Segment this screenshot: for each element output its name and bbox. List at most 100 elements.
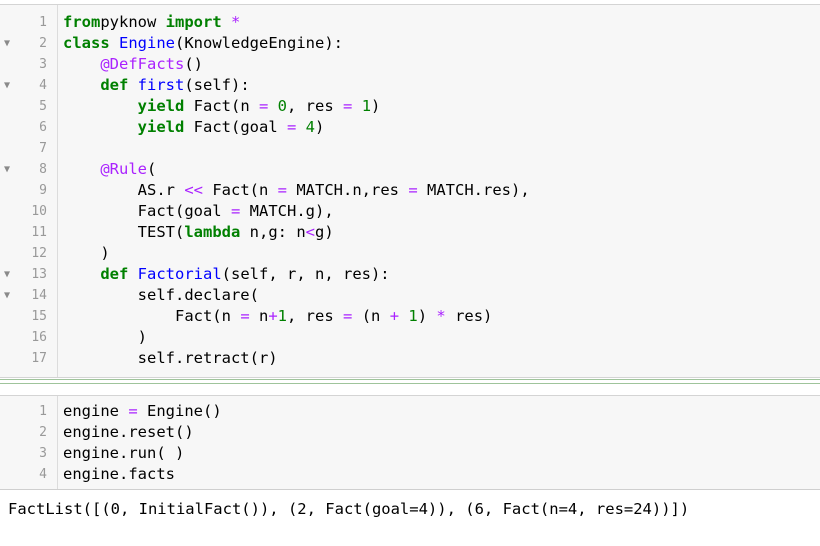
code-token: + xyxy=(268,307,278,325)
code-line[interactable]: 12 ) xyxy=(0,243,820,264)
code-token: g) xyxy=(315,223,334,241)
code-token: n,g: n xyxy=(240,223,306,241)
line-number: 12 xyxy=(31,246,47,261)
code-cell-engine[interactable]: 1 frompyknow import * ▼ 2 class Engine(Knowl… xyxy=(0,4,820,378)
code-line[interactable]: ▼ 14 self.declare( xyxy=(0,285,820,306)
code-token: Factorial xyxy=(137,265,222,283)
code-token: def xyxy=(100,76,129,94)
code-cell-run[interactable]: 1 engine = Engine() 2 engine.reset() 3 engine… xyxy=(0,395,820,490)
line-number: 15 xyxy=(31,309,47,324)
code-token: self.declare( xyxy=(63,286,259,304)
code-token: res) xyxy=(445,307,493,325)
code-text: yield Fact(n = 0, res = 1) xyxy=(63,96,381,117)
code-line[interactable]: 10 Fact(goal = MATCH.g), xyxy=(0,201,820,222)
code-token: TEST( xyxy=(63,223,185,241)
code-token: class xyxy=(63,34,110,52)
code-text: frompyknow import * xyxy=(63,12,240,33)
code-text: ) xyxy=(63,243,110,264)
code-token: * xyxy=(436,307,446,325)
code-token: 1 xyxy=(361,97,372,115)
code-token: ) xyxy=(63,244,110,262)
code-token: engine.run( ) xyxy=(63,444,185,462)
code-token: < xyxy=(305,223,315,241)
code-token: Fact(goal xyxy=(184,118,287,136)
code-text: AS.r << Fact(n = MATCH.n,res = MATCH.res… xyxy=(63,180,530,201)
code-token: = xyxy=(343,97,353,115)
line-number: 13 xyxy=(31,267,47,282)
code-token: (self, r, n, res): xyxy=(221,265,390,283)
code-text: TEST(lambda n,g: n<g) xyxy=(63,222,334,243)
code-token: ( xyxy=(147,160,157,178)
code-token: n xyxy=(249,307,269,325)
code-line[interactable]: 7 xyxy=(0,138,820,159)
line-number: 2 xyxy=(39,36,47,51)
code-token: Fact(n xyxy=(203,181,278,199)
code-text: engine.reset() xyxy=(63,422,194,443)
line-number: 1 xyxy=(39,404,47,419)
code-line[interactable]: ▼ 8 @Rule( xyxy=(0,159,820,180)
code-text: engine = Engine() xyxy=(63,401,222,422)
code-token: Fact(n xyxy=(63,307,241,325)
code-token: 4 xyxy=(305,118,316,136)
code-text: class Engine(KnowledgeEngine): xyxy=(63,33,343,54)
line-number: 6 xyxy=(39,120,47,135)
code-line[interactable]: ▼ 2 class Engine(KnowledgeEngine): xyxy=(0,33,820,54)
line-number: 4 xyxy=(39,78,47,93)
code-text: def first(self): xyxy=(63,75,249,96)
line-number: 5 xyxy=(39,99,47,114)
code-line[interactable]: ▼ 13 def Factorial(self, r, n, res): xyxy=(0,264,820,285)
line-number: 11 xyxy=(31,225,47,240)
code-token: Engine xyxy=(119,34,176,52)
code-token: , res xyxy=(287,307,344,325)
code-text: @Rule( xyxy=(63,159,156,180)
code-line[interactable]: 3 @DefFacts() xyxy=(0,54,820,75)
line-number: 7 xyxy=(39,141,47,156)
line-number: 4 xyxy=(39,467,47,482)
code-line[interactable]: 1 frompyknow import * xyxy=(0,12,820,33)
code-line[interactable]: 5 yield Fact(n = 0, res = 1) xyxy=(0,96,820,117)
code-token: import xyxy=(165,13,222,31)
code-token: ) xyxy=(417,307,437,325)
code-text: def Factorial(self, r, n, res): xyxy=(63,264,390,285)
code-line[interactable]: 17 self.retract(r) xyxy=(0,348,820,369)
code-line[interactable]: 3 engine.run( ) xyxy=(0,443,820,464)
code-token: lambda xyxy=(184,223,241,241)
code-token: Engine() xyxy=(137,402,222,420)
code-token: 1 xyxy=(277,307,288,325)
code-line[interactable]: 15 Fact(n = n+1, res = (n + 1) * res) xyxy=(0,306,820,327)
code-token: @Rule xyxy=(100,160,147,178)
code-token: @DefFacts xyxy=(100,55,185,73)
code-line[interactable]: 4 engine.facts xyxy=(0,464,820,485)
code-token: Fact(goal xyxy=(63,202,231,220)
code-token: engine xyxy=(63,402,129,420)
code-token: = xyxy=(230,202,241,220)
code-line[interactable]: 1 engine = Engine() xyxy=(0,401,820,422)
code-text: @DefFacts() xyxy=(63,54,203,75)
code-token: from xyxy=(63,13,101,31)
code-line[interactable]: 16 ) xyxy=(0,327,820,348)
code-token: ) xyxy=(371,97,381,115)
code-token: def xyxy=(100,265,129,283)
code-token: * xyxy=(231,13,241,31)
code-token: = xyxy=(128,402,138,420)
code-text: self.declare( xyxy=(63,285,259,306)
code-line[interactable]: 6 yield Fact(goal = 4) xyxy=(0,117,820,138)
line-number: 9 xyxy=(39,183,47,198)
line-number: 2 xyxy=(39,425,47,440)
cell-divider xyxy=(0,379,820,380)
code-token: engine.reset() xyxy=(63,423,194,441)
code-text: Fact(n = n+1, res = (n + 1) * res) xyxy=(63,306,492,327)
code-line[interactable]: 2 engine.reset() xyxy=(0,422,820,443)
code-text: yield Fact(goal = 4) xyxy=(63,117,325,138)
code-line[interactable]: 11 TEST(lambda n,g: n<g) xyxy=(0,222,820,243)
code-line[interactable]: ▼ 4 def first(self): xyxy=(0,75,820,96)
code-token: = xyxy=(343,307,353,325)
code-line[interactable]: 9 AS.r << Fact(n = MATCH.n,res = MATCH.r… xyxy=(0,180,820,201)
